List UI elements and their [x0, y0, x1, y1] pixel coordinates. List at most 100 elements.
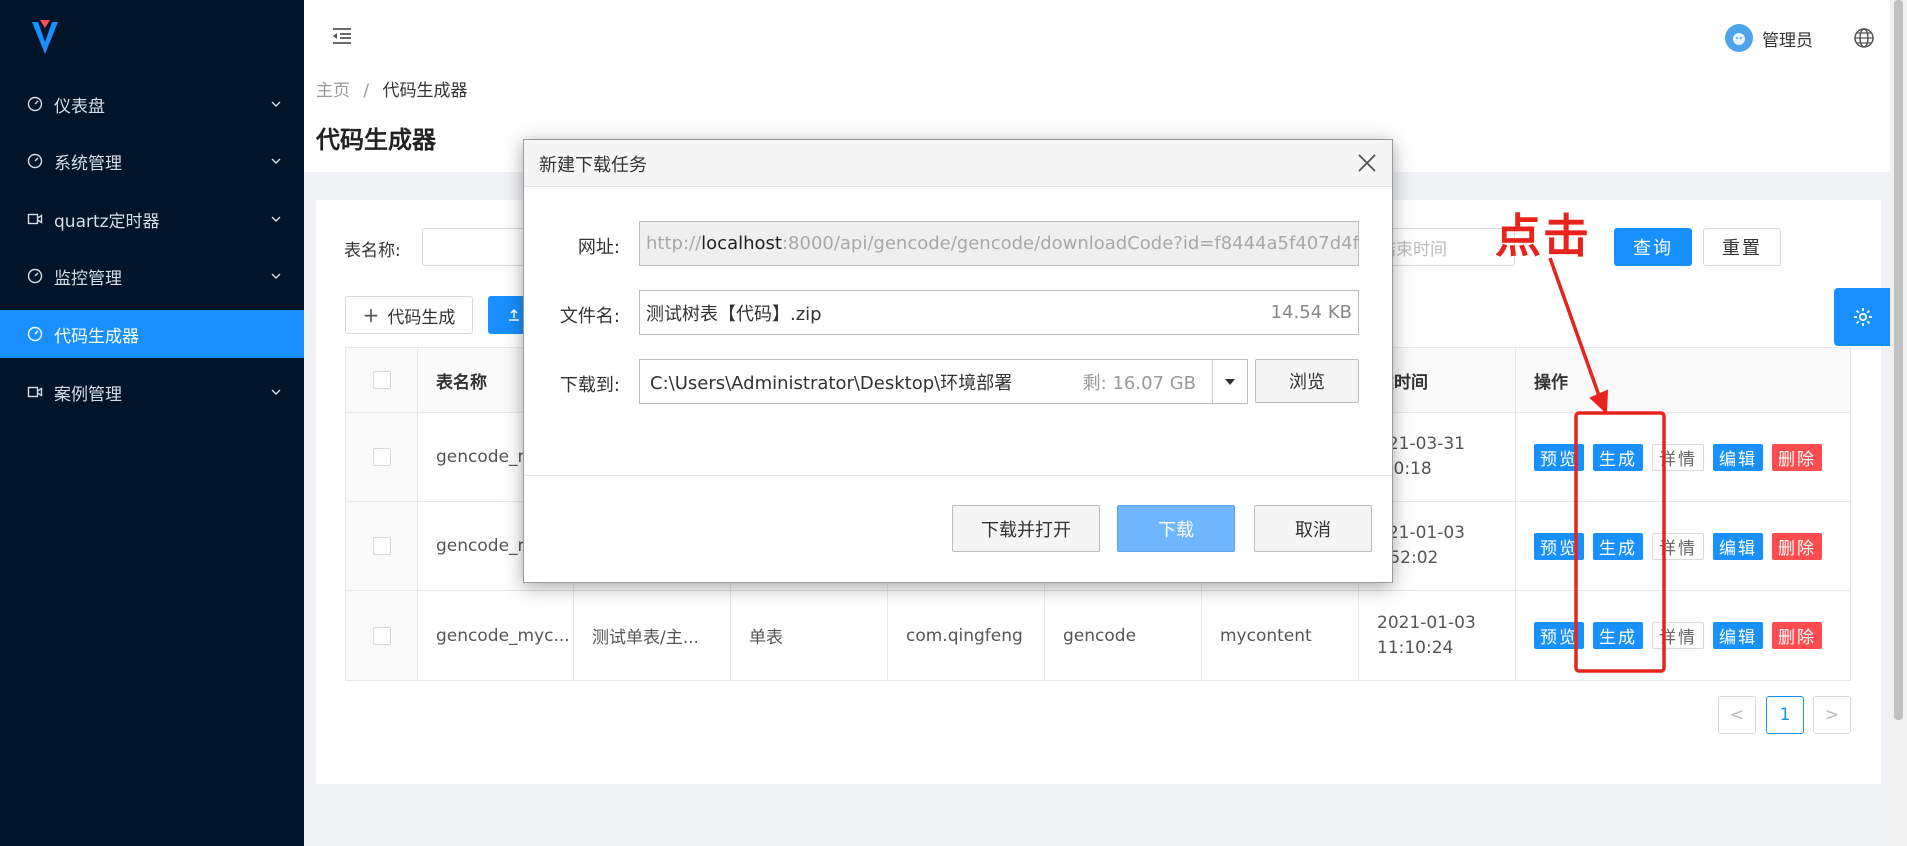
- generate-button[interactable]: 生成: [1593, 443, 1643, 471]
- globe-icon[interactable]: [1853, 27, 1875, 49]
- delete-button[interactable]: 删除: [1772, 622, 1822, 649]
- sidebar-item-label: 监控管理: [54, 268, 122, 289]
- edit-button[interactable]: 编辑: [1713, 532, 1763, 560]
- upload-icon: [509, 308, 519, 321]
- breadcrumb-home[interactable]: 主页: [316, 81, 350, 101]
- preview-button[interactable]: 预览: [1534, 443, 1584, 471]
- saveto-dropdown[interactable]: [1212, 359, 1248, 404]
- dialog-title-bar: 新建下载任务: [524, 140, 1392, 187]
- cell-created-time: 2021-01-03 11:10:24: [1359, 591, 1516, 680]
- detail-button[interactable]: 详情: [1652, 443, 1704, 471]
- row-checkbox[interactable]: [372, 448, 391, 466]
- cell-module: gencode: [1045, 591, 1202, 680]
- sidebar-item-quartz[interactable]: quartz定时器: [0, 195, 304, 243]
- generate-button[interactable]: 生成: [1593, 532, 1643, 560]
- dialog-divider: [524, 475, 1392, 476]
- sidebar: 仪表盘 系统管理 quartz定时器 监控管理 代码生成器 案例管理: [0, 0, 304, 846]
- row-checkbox[interactable]: [372, 537, 391, 555]
- table-row: gencode_myc... 测试单表/主... 单表 com.qingfeng…: [346, 591, 1850, 680]
- reset-button[interactable]: 重置: [1703, 228, 1781, 266]
- cell-actions: 预览 生成 详情 编辑 删除: [1516, 413, 1850, 501]
- edit-button[interactable]: 编辑: [1713, 622, 1763, 649]
- url-host: localhost: [701, 233, 782, 254]
- saveto-path: C:\Users\Administrator\Desktop\环境部署: [650, 372, 1013, 394]
- delete-button[interactable]: 删除: [1772, 443, 1822, 471]
- detail-button[interactable]: 详情: [1652, 532, 1704, 560]
- menu-fold-icon[interactable]: [330, 24, 354, 48]
- query-button[interactable]: 查询: [1614, 228, 1692, 266]
- breadcrumb-separator: /: [363, 81, 370, 101]
- user-menu[interactable]: 管理员: [1725, 24, 1813, 52]
- dashboard-icon: [26, 152, 44, 170]
- gencode-label: 代码生成: [387, 307, 456, 328]
- chevron-down-icon: [271, 389, 281, 395]
- username: 管理员: [1762, 30, 1813, 51]
- pagination-prev[interactable]: <: [1718, 696, 1756, 734]
- url-label: 网址:: [577, 237, 620, 258]
- cell-table-name: gencode_myc...: [418, 591, 574, 680]
- saveto-label: 下载到:: [559, 375, 620, 396]
- cell-business: mycontent: [1202, 591, 1359, 680]
- top-header: 管理员: [304, 0, 1907, 76]
- sidebar-item-label: 系统管理: [54, 153, 122, 174]
- edit-button[interactable]: 编辑: [1713, 443, 1763, 471]
- header-checkbox-cell: [346, 348, 418, 412]
- cell-actions: 预览 生成 详情 编辑 删除: [1516, 502, 1850, 590]
- sidebar-item-label: 案例管理: [54, 384, 122, 405]
- row-checkbox[interactable]: [372, 626, 391, 645]
- preview-button[interactable]: 预览: [1534, 532, 1584, 560]
- download-button[interactable]: 下载: [1117, 505, 1235, 552]
- sidebar-item-cases[interactable]: 案例管理: [0, 368, 304, 416]
- row-checkbox-cell: [346, 502, 418, 590]
- browse-button[interactable]: 浏览: [1255, 359, 1359, 403]
- logo-icon: [32, 20, 58, 54]
- download-open-button[interactable]: 下载并打开: [952, 505, 1100, 552]
- detail-button[interactable]: 详情: [1652, 622, 1704, 649]
- table-name-label: 表名称:: [344, 241, 401, 261]
- chevron-down-icon: [271, 216, 281, 222]
- saveto-field[interactable]: C:\Users\Administrator\Desktop\环境部署 剩: 1…: [639, 359, 1213, 404]
- sidebar-item-monitor[interactable]: 监控管理: [0, 252, 304, 300]
- cancel-button[interactable]: 取消: [1254, 505, 1372, 552]
- plus-icon: +: [362, 303, 380, 327]
- gear-icon: [1854, 308, 1872, 326]
- page-title: 代码生成器: [316, 126, 436, 154]
- free-space: 剩: 16.07 GB: [1082, 372, 1196, 394]
- gencode-button[interactable]: + 代码生成: [345, 296, 473, 334]
- generate-button[interactable]: 生成: [1593, 622, 1643, 649]
- video-camera-icon: [26, 210, 44, 228]
- dashboard-icon: [26, 325, 44, 343]
- dashboard-icon: [26, 95, 44, 113]
- url-field: http://localhost:8000/api/gencode/gencod…: [639, 221, 1359, 266]
- url-scheme: http://: [646, 233, 702, 254]
- close-icon[interactable]: [1356, 152, 1378, 174]
- sidebar-item-label: 仪表盘: [54, 96, 105, 117]
- caret-down-icon: [1225, 378, 1235, 385]
- sidebar-item-codegen[interactable]: 代码生成器: [0, 310, 304, 358]
- sidebar-item-dashboard[interactable]: 仪表盘: [0, 80, 304, 128]
- filename-field[interactable]: 测试树表【代码】.zip 14.54 KB: [639, 290, 1359, 335]
- select-all-checkbox[interactable]: [372, 371, 391, 389]
- filename-label: 文件名:: [559, 306, 620, 327]
- cell-type: 单表: [731, 591, 888, 680]
- filename-value: 测试树表【代码】.zip: [646, 303, 822, 325]
- settings-button[interactable]: [1834, 288, 1892, 346]
- file-size: 14.54 KB: [1270, 302, 1352, 323]
- page-scrollbar[interactable]: [1890, 0, 1907, 846]
- breadcrumb: 主页 / 代码生成器: [316, 76, 468, 101]
- sidebar-item-system[interactable]: 系统管理: [0, 137, 304, 185]
- delete-button[interactable]: 删除: [1772, 532, 1822, 560]
- pagination-next[interactable]: >: [1813, 696, 1851, 734]
- url-path: :8000/api/gencode/gencode/downloadCode?i…: [781, 233, 1359, 254]
- breadcrumb-current: 代码生成器: [382, 81, 468, 101]
- row-checkbox-cell: [346, 413, 418, 501]
- column-header: 操作: [1534, 372, 1568, 393]
- cell-actions: 预览 生成 详情 编辑 删除: [1516, 591, 1850, 680]
- time-date: 2021-01-03: [1377, 612, 1476, 633]
- scrollbar-thumb[interactable]: [1894, 0, 1903, 720]
- download-dialog: 新建下载任务 网址: http://localhost:8000/api/gen…: [523, 139, 1393, 583]
- pagination-page[interactable]: 1: [1766, 696, 1804, 734]
- preview-button[interactable]: 预览: [1534, 622, 1584, 649]
- cell-package: com.qingfeng: [888, 591, 1045, 680]
- chevron-down-icon: [271, 158, 281, 164]
